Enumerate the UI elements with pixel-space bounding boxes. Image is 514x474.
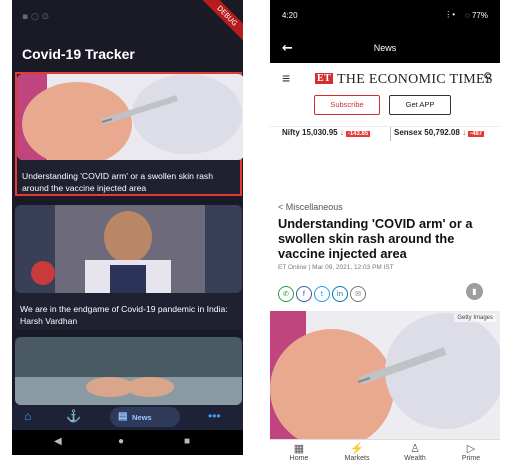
down-arrow-icon: ↓ [462, 128, 467, 137]
recents-square-icon[interactable]: ■ [184, 436, 190, 447]
nav-prime[interactable]: ▷ Prime [446, 442, 496, 462]
et-logo-mark: ET [315, 73, 333, 84]
nav-markets[interactable]: ⚡ Markets [332, 442, 382, 462]
hamburger-menu-icon[interactable]: ≡ [282, 70, 290, 86]
nav-prime-label: Prime [461, 455, 481, 462]
markets-icon: ⚡ [350, 443, 364, 455]
article-meta: ET Online | Mar 09, 2021, 12:03 PM IST [278, 264, 394, 271]
search-icon[interactable]: ⚲ [483, 70, 492, 84]
app-bar: ← News [270, 35, 500, 63]
whatsapp-icon[interactable]: ✆ [278, 286, 294, 302]
bookmark-icon[interactable]: ▮ [466, 283, 483, 300]
appbar-title: News [373, 43, 397, 53]
nav-news-button[interactable]: ▤ News [110, 407, 180, 427]
sensex-quote: Sensex 50,792.08 ↓ -487 [394, 128, 485, 137]
app-title: Covid-19 Tracker [22, 46, 135, 62]
sensex-value: Sensex 50,792.08 [394, 128, 460, 137]
bottom-navigation: ⌂ ⚓ ▤ News ••• [12, 405, 243, 430]
share-bar: ✆ f t in ✉ [278, 283, 368, 302]
article-card-feet[interactable] [15, 337, 242, 405]
article-hero-image: Getty Images [270, 311, 500, 439]
down-arrow-icon: ↓ [339, 128, 344, 137]
et-logo[interactable]: ET THE ECONOMIC TIMES [315, 72, 493, 88]
status-time: 4:20 [282, 11, 298, 20]
signal-icon: ⋮• [444, 10, 455, 19]
article-image-minister [15, 205, 242, 293]
back-triangle-icon[interactable]: ◀ [54, 436, 62, 447]
article-caption: Understanding 'COVID arm' or a swollen s… [22, 171, 213, 193]
nav-wealth[interactable]: ♙ Wealth [390, 442, 440, 462]
status-icons: ▪ ○ ⊙ [22, 12, 50, 22]
home-icon[interactable]: ⌂ [24, 409, 31, 423]
bottom-navigation: ▦ Home ⚡ Markets ♙ Wealth ▷ Prime [270, 439, 500, 474]
image-credit: Getty Images [454, 314, 496, 322]
nav-wealth-label: Wealth [404, 455, 426, 462]
get-app-button[interactable]: Get APP [389, 95, 451, 115]
facebook-icon[interactable]: f [296, 286, 312, 302]
wealth-icon: ♙ [410, 443, 420, 455]
home-icon: ▦ [293, 443, 305, 455]
battery-indicator: ◌ 77% [465, 11, 488, 20]
status-bar: 4:20 ⋮• ◌ 77% [270, 0, 500, 35]
et-logo-text: THE ECONOMIC TIMES [336, 72, 493, 87]
article-image-vaccine [17, 74, 243, 160]
article-caption: We are in the endgame of Covid-19 pandem… [20, 304, 228, 326]
ticker-divider [390, 127, 391, 141]
nav-markets-label: Markets [344, 455, 370, 462]
email-icon[interactable]: ✉ [350, 286, 366, 302]
nifty-value: Nifty 15,030.95 [282, 128, 338, 137]
newspaper-icon: ▤ [118, 411, 128, 422]
et-header: ≡ ET THE ECONOMIC TIMES ⚲ Subscribe Get A… [270, 63, 500, 127]
more-icon[interactable]: ••• [208, 409, 221, 423]
article-headline: Understanding 'COVID arm' or a swollen s… [278, 216, 473, 261]
battery-level: 77% [471, 11, 488, 20]
nifty-quote: Nifty 15,030.95 ↓ -143.85 [282, 128, 371, 137]
breadcrumb[interactable]: < Miscellaneous [278, 202, 343, 212]
market-ticker[interactable]: Nifty 15,030.95 ↓ -143.85 Sensex 50,792.0… [270, 127, 500, 141]
anchor-icon[interactable]: ⚓ [66, 409, 81, 423]
nifty-change: -143.85 [345, 131, 371, 137]
linkedin-icon[interactable]: in [332, 286, 348, 302]
home-circle-icon[interactable]: ● [118, 436, 124, 447]
article-card-harsh-vardhan[interactable]: We are in the endgame of Covid-19 pandem… [15, 205, 242, 330]
article-card-covid-arm[interactable]: Understanding 'COVID arm' or a swollen s… [15, 72, 243, 196]
nav-home-label: Home [289, 455, 309, 462]
prime-icon: ▷ [466, 443, 476, 455]
twitter-icon[interactable]: t [314, 286, 330, 302]
article-image-feet [15, 337, 242, 405]
system-navigation-bar: ◀ ● ■ [12, 430, 243, 455]
subscribe-button[interactable]: Subscribe [314, 95, 380, 115]
tracker-app-screen: ▪ ○ ⊙ DEBUG Covid-19 Tracker Understandi… [12, 0, 243, 455]
sensex-change: -487 [468, 131, 485, 137]
nav-news-label: News [132, 413, 152, 422]
nav-home[interactable]: ▦ Home [274, 442, 324, 462]
et-article-screen: 4:20 ⋮• ◌ 77% ← News ≡ ET THE ECONOMIC TI… [270, 0, 500, 474]
